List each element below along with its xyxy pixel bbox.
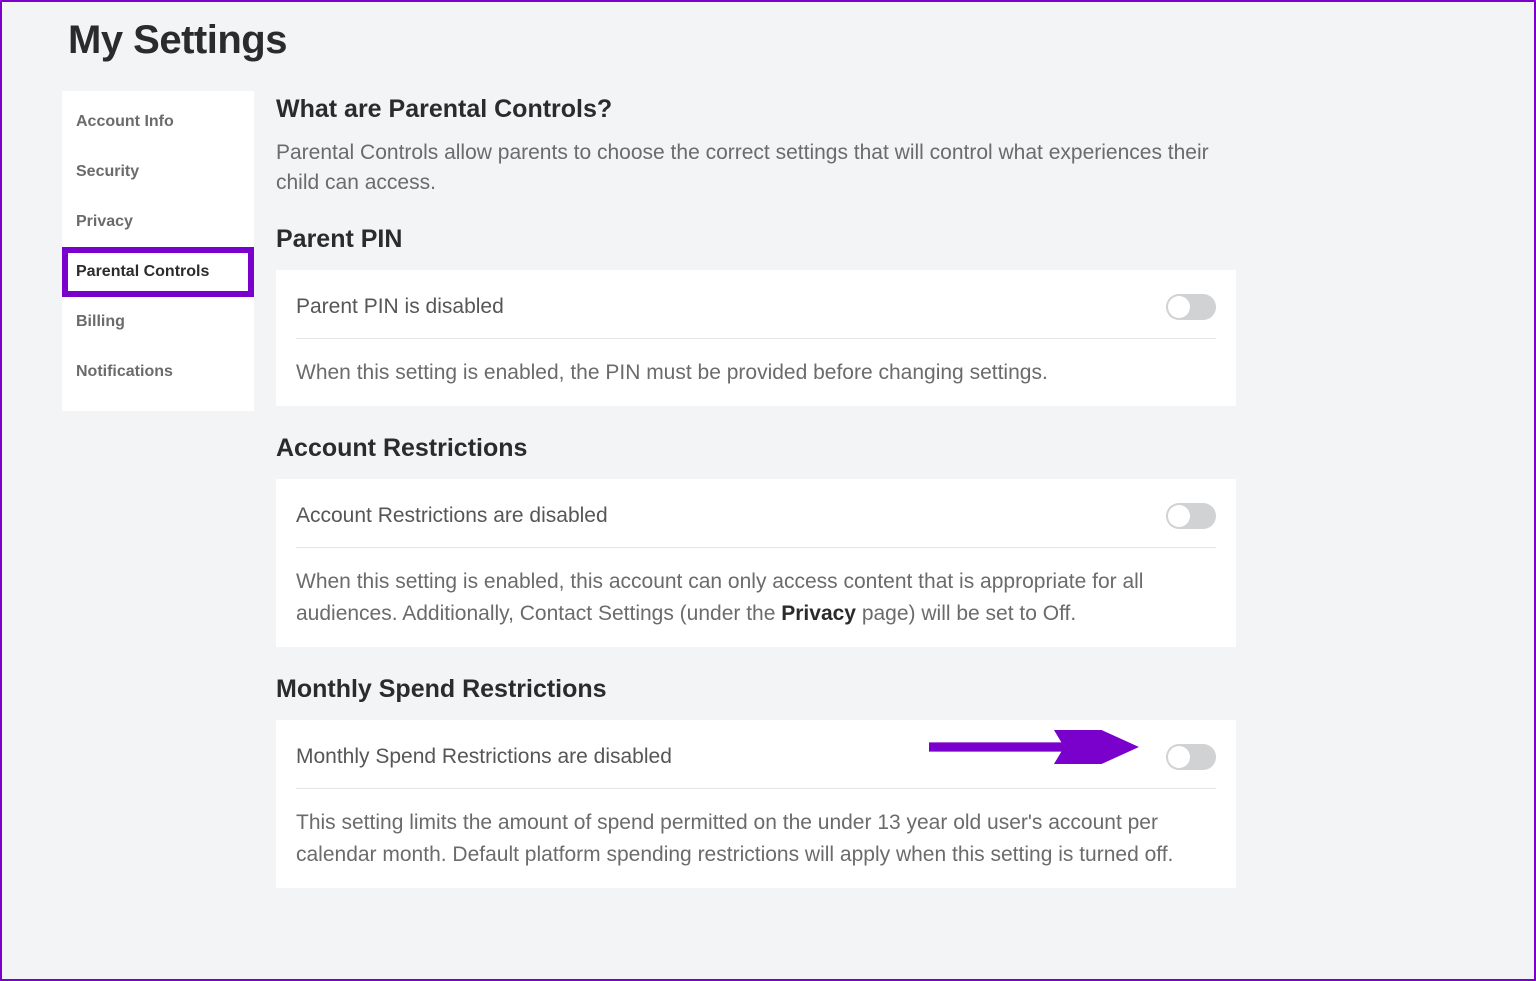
monthly-spend-toggle[interactable] (1166, 744, 1216, 770)
monthly-spend-desc: This setting limits the amount of spend … (296, 789, 1216, 870)
parent-pin-status-label: Parent PIN is disabled (296, 295, 504, 319)
toggle-knob-icon (1168, 296, 1190, 318)
parent-pin-desc: When this setting is enabled, the PIN mu… (296, 339, 1216, 389)
parent-pin-toggle[interactable] (1166, 294, 1216, 320)
sidebar-item-security[interactable]: Security (62, 147, 254, 197)
monthly-spend-card: Monthly Spend Restrictions are disabled … (276, 720, 1236, 888)
sidebar-item-account-info[interactable]: Account Info (62, 97, 254, 147)
account-restrictions-heading: Account Restrictions (276, 434, 1236, 463)
sidebar-item-notifications[interactable]: Notifications (62, 347, 254, 397)
intro-heading: What are Parental Controls? (276, 95, 1236, 124)
monthly-spend-status-label: Monthly Spend Restrictions are disabled (296, 745, 672, 769)
parent-pin-card: Parent PIN is disabled When this setting… (276, 270, 1236, 407)
sidebar-item-parental-controls[interactable]: Parental Controls (62, 247, 254, 297)
settings-main: What are Parental Controls? Parental Con… (276, 91, 1236, 916)
parent-pin-heading: Parent PIN (276, 225, 1236, 254)
sidebar-item-billing[interactable]: Billing (62, 297, 254, 347)
settings-sidebar: Account Info Security Privacy Parental C… (62, 91, 254, 411)
toggle-knob-icon (1168, 505, 1190, 527)
page-title: My Settings (68, 18, 1474, 63)
monthly-spend-heading: Monthly Spend Restrictions (276, 675, 1236, 704)
toggle-knob-icon (1168, 746, 1190, 768)
account-restrictions-desc: When this setting is enabled, this accou… (296, 548, 1216, 629)
account-restrictions-card: Account Restrictions are disabled When t… (276, 479, 1236, 647)
intro-body: Parental Controls allow parents to choos… (276, 138, 1236, 199)
account-restrictions-status-label: Account Restrictions are disabled (296, 504, 608, 528)
account-restrictions-toggle[interactable] (1166, 503, 1216, 529)
sidebar-item-privacy[interactable]: Privacy (62, 197, 254, 247)
